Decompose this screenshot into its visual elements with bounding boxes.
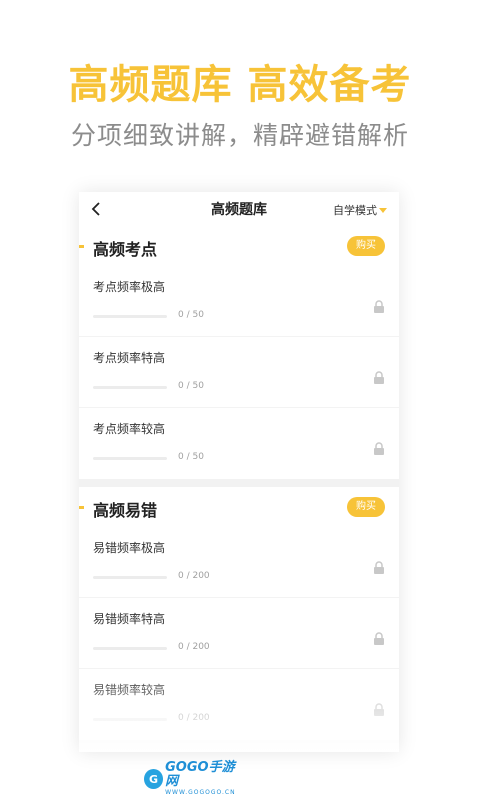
list-item[interactable]: 易错频率特高 0 / 200 xyxy=(79,598,399,669)
item-title: 考点频率特高 xyxy=(93,351,166,365)
buy-button[interactable]: 购买 xyxy=(347,497,385,517)
list-item[interactable]: 易错频率较高 0 / 200 xyxy=(79,669,399,740)
item-title: 考点频率较高 xyxy=(93,422,166,436)
list-item[interactable]: 考点频率特高 0 / 50 xyxy=(79,337,399,408)
progress-text: 0 / 200 xyxy=(178,713,210,723)
item-title: 易错频率较高 xyxy=(93,683,166,697)
caret-down-icon xyxy=(379,207,387,213)
section-accent-bar xyxy=(79,506,84,509)
progress-bar xyxy=(93,718,167,721)
section-title: 高频考点 xyxy=(93,240,158,259)
lock-icon xyxy=(373,440,385,455)
progress-bar xyxy=(93,315,167,318)
item-title: 易错频率特高 xyxy=(93,612,166,626)
lock-icon xyxy=(373,630,385,645)
watermark-brand: GOGO手游网 xyxy=(165,760,235,789)
section-1: 高频易错 购买易错频率极高 0 / 200 易错频率特高 0 / 200 易错频率较高 0 … xyxy=(79,487,399,740)
chevron-left-icon[interactable] xyxy=(91,199,107,219)
watermark-url: WWW.GOGOGO.CN xyxy=(165,789,236,796)
progress-text: 0 / 50 xyxy=(178,381,204,391)
nav-bar: 高频题库 自学模式 xyxy=(79,192,399,226)
watermark-logo-icon: G xyxy=(144,769,164,789)
lock-icon xyxy=(373,369,385,384)
progress-text: 0 / 200 xyxy=(178,571,210,581)
progress-text: 0 / 200 xyxy=(178,642,210,652)
progress-bar xyxy=(93,457,167,460)
mode-dropdown[interactable]: 自学模式 xyxy=(333,202,387,218)
section-header: 高频易错 购买 xyxy=(79,487,399,527)
progress-text: 0 / 50 xyxy=(178,310,204,320)
buy-button[interactable]: 购买 xyxy=(347,236,385,256)
lock-icon xyxy=(373,701,385,716)
section-0: 高频考点 购买考点频率极高 0 / 50 考点频率特高 0 / 50 考点频率较高 0 / … xyxy=(79,226,399,479)
promo-title: 高频题库 高效备考 xyxy=(68,62,412,108)
promo-subtitle: 分项细致讲解，精辟避错解析 xyxy=(70,121,409,150)
lock-icon xyxy=(373,559,385,574)
watermark-text: GOGO手游网 WWW.GOGOGO.CN xyxy=(165,761,244,797)
list-item[interactable]: 考点频率较高 0 / 50 xyxy=(79,408,399,479)
progress-text: 0 / 50 xyxy=(178,452,204,462)
list-item[interactable]: 考点频率极高 0 / 50 xyxy=(79,266,399,337)
watermark: G GOGO手游网 WWW.GOGOGO.CN xyxy=(144,761,244,796)
app-store-screenshot: 高频题库 高效备考 分项细致讲解，精辟避错解析 高频题库 自学模式 高频考点 购买… xyxy=(0,0,480,800)
progress-bar xyxy=(93,576,167,579)
section-accent-bar xyxy=(79,245,84,248)
phone-screen: 高频题库 自学模式 高频考点 购买 考点频率极高 0 / 50 考点频率特高 0 / 50… xyxy=(79,192,399,752)
list-item[interactable]: 易错频率极高 0 / 200 xyxy=(79,527,399,598)
section-header: 高频考点 购买 xyxy=(79,226,399,266)
item-title: 考点频率极高 xyxy=(93,280,166,294)
item-title: 易错频率极高 xyxy=(93,541,166,555)
mode-label: 自学模式 xyxy=(333,204,377,217)
lock-icon xyxy=(373,298,385,313)
progress-bar xyxy=(93,647,167,650)
progress-bar xyxy=(93,386,167,389)
page-title: 高频题库 xyxy=(211,202,267,218)
section-list: 高频考点 购买 考点频率极高 0 / 50 考点频率特高 0 / 50 考点频率较高 0 / … xyxy=(79,226,399,740)
section-title: 高频易错 xyxy=(93,501,158,520)
